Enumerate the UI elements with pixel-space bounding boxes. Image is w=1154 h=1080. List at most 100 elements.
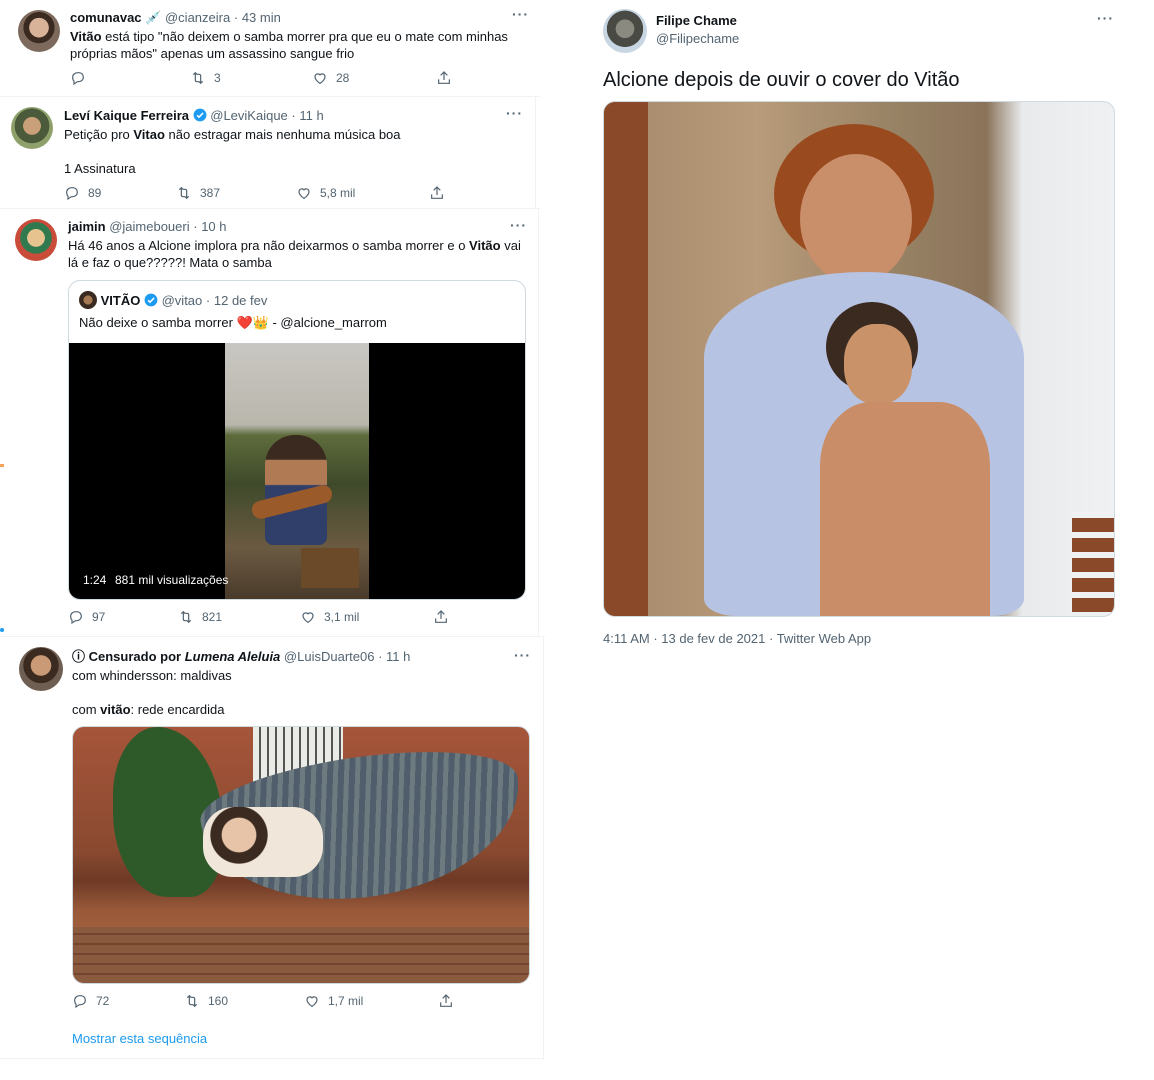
reply-count: 97 — [92, 610, 106, 624]
verified-badge-icon — [193, 108, 207, 122]
tweet-text: Vitão está tipo "não deixem o samba morr… — [70, 28, 530, 62]
avatar[interactable] — [603, 9, 647, 53]
tweet-levi-kaique[interactable]: Leví Kaique Ferreira @LeviKaique · 11 h … — [0, 97, 535, 208]
author-name[interactable]: Leví Kaique Ferreira — [64, 108, 189, 123]
reply-count: 89 — [88, 186, 102, 200]
tweet-actions: 89 387 5,8 mil — [64, 185, 484, 205]
retweet-button[interactable]: 160 — [184, 993, 228, 1009]
timestamp[interactable]: 12 de fev — [214, 293, 268, 308]
author-handle[interactable]: @Filipechame — [656, 31, 739, 46]
avatar[interactable] — [11, 107, 53, 149]
quoted-tweet[interactable]: VITÃO @vitao · 12 de fev Não deixe o sam… — [68, 280, 526, 600]
tweet-text-a: Petição pro — [64, 127, 134, 142]
like-button[interactable]: 5,8 mil — [296, 185, 355, 201]
tweet-text-a: Há 46 anos a Alcione implora pra não dei… — [68, 238, 470, 253]
author-name[interactable]: Lumena Aleluia — [185, 649, 281, 664]
heart-icon — [296, 185, 312, 201]
avatar[interactable] — [18, 10, 60, 52]
reply-button[interactable]: 89 — [64, 185, 101, 201]
quoted-header: VITÃO @vitao · 12 de fev — [79, 291, 267, 309]
more-options-icon[interactable]: ··· — [514, 647, 531, 663]
timestamp[interactable]: 10 h — [201, 219, 226, 234]
tweet-header: jaimin @jaimeboueri · 10 h — [68, 218, 227, 235]
photo-people — [203, 807, 323, 877]
retweet-count: 3 — [214, 71, 221, 85]
retweet-count: 387 — [200, 186, 221, 200]
author-name[interactable]: Filipe Chame — [656, 13, 737, 28]
author-handle[interactable]: @LeviKaique — [210, 108, 288, 123]
separator-dot: · — [291, 108, 296, 123]
video-frame — [225, 343, 369, 599]
divider — [0, 1058, 544, 1059]
tweet-header: ⓘ Censurado por Lumena Aleluia @LuisDuar… — [72, 648, 410, 665]
like-button[interactable]: 1,7 mil — [304, 993, 363, 1009]
author-handle[interactable]: @vitao — [162, 293, 203, 308]
author-handle[interactable]: @LuisDuarte06 — [284, 649, 375, 664]
photo-door — [604, 102, 648, 616]
timestamp[interactable]: 11 h — [299, 108, 323, 123]
tweet-luis-duarte[interactable]: ⓘ Censurado por Lumena Aleluia @LuisDuar… — [6, 637, 543, 1058]
photo-woman-face — [800, 154, 912, 284]
reply-button[interactable]: 72 — [72, 993, 109, 1009]
author-handle[interactable]: @jaimeboueri — [109, 219, 189, 234]
separator-dot: · — [233, 10, 239, 25]
like-button[interactable]: 28 — [312, 70, 349, 86]
author-name[interactable]: jaimin — [68, 219, 106, 234]
retweet-count: 821 — [202, 610, 223, 624]
timestamp[interactable]: 11 h — [386, 649, 410, 664]
photo-chair — [1072, 512, 1114, 612]
more-options-icon[interactable]: ··· — [1097, 10, 1114, 26]
tweet-photo[interactable] — [603, 101, 1115, 617]
retweet-count: 160 — [208, 994, 229, 1008]
like-count: 5,8 mil — [320, 186, 356, 200]
tweet-photo[interactable] — [72, 726, 530, 984]
more-options-icon[interactable]: ··· — [506, 105, 523, 121]
share-button[interactable] — [438, 993, 454, 1009]
share-button[interactable] — [436, 70, 452, 86]
avatar[interactable] — [79, 291, 97, 309]
retweet-button[interactable]: 387 — [176, 185, 220, 201]
timestamp[interactable]: 43 min — [242, 10, 281, 25]
author-handle[interactable]: @cianzeira — [165, 10, 230, 25]
tweet-actions: 3 28 — [70, 70, 490, 90]
heart-icon — [304, 993, 320, 1009]
tweet-text-a: com — [72, 702, 101, 717]
tweet-comunavac[interactable]: comunavac 💉 @cianzeira · 43 min ··· Vitã… — [0, 0, 540, 96]
share-button[interactable] — [433, 609, 449, 625]
reply-count: 72 — [96, 994, 110, 1008]
reply-icon — [64, 185, 80, 201]
tweet-header: comunavac 💉 @cianzeira · 43 min — [70, 9, 281, 26]
tweet-text-line: 1 Assinatura — [64, 161, 136, 176]
reply-button[interactable] — [70, 70, 94, 86]
retweet-button[interactable]: 821 — [178, 609, 222, 625]
reply-icon — [70, 70, 86, 86]
tweet-filipe-chame[interactable]: Filipe Chame @Filipechame ··· Alcione de… — [590, 0, 1130, 670]
separator-dot: · — [378, 649, 383, 664]
like-button[interactable]: 3,1 mil — [300, 609, 359, 625]
video-player[interactable]: 1:24 881 mil visualizações — [69, 343, 525, 599]
mention-bold: vitão — [100, 702, 131, 717]
avatar[interactable] — [19, 647, 63, 691]
author-name[interactable]: comunavac — [70, 10, 142, 25]
divider — [543, 636, 544, 1060]
share-button[interactable] — [429, 185, 445, 201]
author-name[interactable]: VITÃO — [101, 293, 141, 308]
heart-icon — [300, 609, 316, 625]
show-thread-link[interactable]: Mostrar esta sequência — [72, 1031, 207, 1046]
more-options-icon[interactable]: ··· — [512, 6, 529, 22]
avatar[interactable] — [15, 219, 57, 261]
divider — [535, 96, 536, 208]
tweet-jaimin[interactable]: jaimin @jaimeboueri · 10 h ··· Há 46 ano… — [4, 209, 538, 636]
tweet-text: Há 46 anos a Alcione implora pra não dei… — [68, 237, 528, 271]
share-icon — [436, 70, 452, 86]
separator-dot: · — [205, 293, 211, 308]
share-icon — [429, 185, 445, 201]
reply-button[interactable]: 97 — [68, 609, 105, 625]
divider — [538, 208, 539, 636]
tweet-text-line: com whindersson: maldivas — [72, 668, 232, 683]
video-duration: 1:24 — [83, 573, 107, 587]
more-options-icon[interactable]: ··· — [510, 217, 527, 233]
retweet-icon — [190, 70, 206, 86]
verified-badge-icon — [144, 293, 158, 307]
retweet-button[interactable]: 3 — [190, 70, 221, 86]
